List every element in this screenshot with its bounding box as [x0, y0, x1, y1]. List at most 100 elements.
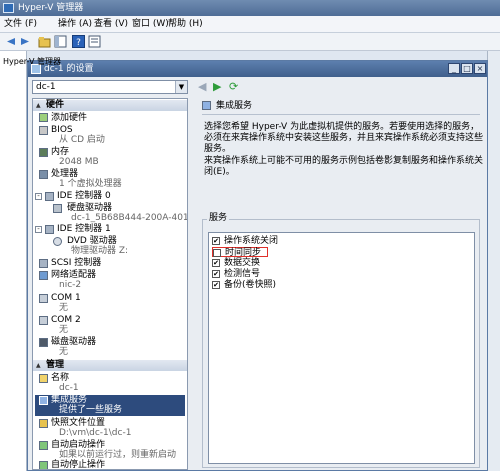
list-item-processor-sub: 1 个虚拟处理器	[59, 179, 122, 189]
list-item-integration-services[interactable]: 集成服务	[51, 395, 87, 405]
list-item-com1[interactable]: COM 1	[51, 293, 81, 303]
vm-settings-dialog: dc-1 的设置 _ □ × dc-1 ▼ ◀ ▶ ⟳ ▲ 硬件 添加硬件 BI…	[27, 60, 488, 471]
minimize-button[interactable]: _	[448, 63, 460, 74]
dialog-title-bar: dc-1 的设置 _ □ ×	[28, 61, 487, 77]
settings-list: ▲ 硬件 添加硬件 BIOS 从 CD 启动 内存 2048 MB 处理器 1 …	[32, 98, 188, 470]
hardware-header-label: 硬件	[46, 100, 65, 110]
collapse-ide1-icon[interactable]: -	[35, 226, 42, 233]
list-item-com2-sub: 无	[59, 325, 69, 335]
list-item-com2[interactable]: COM 2	[51, 315, 81, 325]
list-item-add-hardware[interactable]: 添加硬件	[51, 113, 87, 123]
service-item-time-sync[interactable]: 时间同步	[212, 247, 268, 258]
refresh-icon[interactable]: ⟳	[229, 81, 238, 93]
hardware-section-header[interactable]: ▲ 硬件	[33, 100, 187, 111]
com-port-icon	[39, 294, 48, 303]
list-item-diskette-drive-sub: 无	[59, 347, 69, 357]
collapse-icon[interactable]: ▲	[36, 102, 41, 109]
list-item-network-adapter-sub: nic-2	[59, 280, 82, 290]
ide-controller-icon	[45, 225, 54, 234]
svg-text:?: ?	[76, 38, 81, 48]
vm-select-dropdown[interactable]: dc-1 ▼	[32, 80, 188, 94]
add-hardware-icon	[39, 113, 48, 122]
list-item-auto-start[interactable]: 自动启动操作	[51, 440, 105, 450]
backup-checkbox[interactable]: ✔	[212, 281, 220, 289]
back-nav-icon[interactable]: ◀	[198, 81, 206, 93]
chevron-down-icon[interactable]: ▼	[175, 81, 187, 93]
list-item-bios[interactable]: BIOS	[51, 125, 73, 135]
list-item-ide-0[interactable]: IDE 控制器 0	[57, 191, 111, 201]
example-text: 来宾操作系统上可能不可用的服务示例包括卷影复制服务和操作系统关闭(E)。	[204, 156, 484, 177]
dvd-drive-icon	[53, 237, 62, 246]
collapse-icon[interactable]: ▲	[36, 362, 41, 369]
auto-stop-icon	[39, 461, 48, 469]
time-sync-checkbox[interactable]	[213, 249, 221, 257]
list-item-diskette-drive[interactable]: 磁盘驱动器	[51, 337, 96, 347]
processor-icon	[39, 170, 48, 179]
bios-icon	[39, 126, 48, 135]
list-item-auto-start-sub: 如果以前运行过，则重新启动	[59, 450, 177, 460]
content-panel: 集成服务 选择您希望 Hyper-V 为此虚拟机提供的服务。若要使用选择的服务，…	[194, 98, 484, 470]
maximize-button[interactable]: □	[461, 63, 473, 74]
list-item-snapshot-location-sub: D:\vm\dc-1\dc-1	[59, 428, 132, 438]
menu-bar: 文件 (F) 操作 (A) 查看 (V) 窗口 (W) 帮助 (H)	[0, 16, 500, 33]
list-item-processor[interactable]: 处理器	[51, 169, 78, 179]
auto-start-icon	[39, 441, 48, 450]
list-item-memory[interactable]: 内存	[51, 147, 69, 157]
description-text: 选择您希望 Hyper-V 为此虚拟机提供的服务。若要使用选择的服务，必须在来宾…	[204, 122, 484, 154]
list-item-bios-sub: 从 CD 启动	[59, 135, 105, 145]
service-label: 时间同步	[225, 248, 262, 258]
service-label: 备份(卷快照)	[224, 280, 277, 290]
list-item-network-adapter[interactable]: 网络适配器	[51, 270, 96, 280]
menu-help[interactable]: 帮助 (H)	[168, 19, 203, 30]
tree-panel	[0, 51, 27, 471]
ide-controller-icon	[45, 192, 54, 201]
back-icon[interactable]	[4, 35, 17, 48]
management-section-header[interactable]: ▲ 管理	[33, 360, 187, 371]
heartbeat-checkbox[interactable]: ✔	[212, 270, 220, 278]
diskette-drive-icon	[39, 338, 48, 347]
list-item-name[interactable]: 名称	[51, 373, 69, 383]
services-legend: 服务	[207, 213, 230, 224]
menu-view[interactable]: 查看 (V)	[94, 19, 128, 30]
actions-pane	[487, 51, 500, 471]
collapse-ide0-icon[interactable]: -	[35, 193, 42, 200]
list-item-ide-1[interactable]: IDE 控制器 1	[57, 224, 111, 234]
forward-nav-icon[interactable]: ▶	[213, 81, 221, 93]
list-item-integration-services-sub: 提供了一些服务	[59, 405, 123, 415]
list-item-com1-sub: 无	[59, 303, 69, 313]
list-item-dvd-drive[interactable]: DVD 驱动器	[67, 236, 117, 246]
list-item-hard-drive[interactable]: 硬盘驱动器	[67, 203, 112, 213]
help-icon[interactable]: ?	[72, 35, 85, 48]
integration-services-icon	[39, 396, 48, 405]
forward-icon[interactable]	[19, 35, 32, 48]
service-label: 检测信号	[224, 269, 261, 279]
up-folder-icon[interactable]	[38, 35, 51, 48]
list-item-memory-sub: 2048 MB	[59, 157, 99, 167]
integration-services-icon	[202, 101, 211, 110]
properties-icon[interactable]	[88, 35, 101, 48]
service-label: 操作系统关闭	[224, 236, 279, 246]
vm-select-value: dc-1	[36, 82, 56, 92]
menu-window[interactable]: 窗口 (W)	[132, 19, 169, 30]
snapshot-folder-icon	[39, 419, 48, 428]
list-item-scsi[interactable]: SCSI 控制器	[51, 258, 101, 268]
menu-file[interactable]: 文件 (F)	[4, 19, 37, 30]
close-button[interactable]: ×	[474, 63, 486, 74]
content-header: 集成服务	[202, 100, 482, 112]
scsi-controller-icon	[39, 259, 48, 268]
data-exchange-checkbox[interactable]: ✔	[212, 259, 220, 267]
tree-root-item[interactable]: Hyper-V 管理器	[3, 56, 61, 67]
show-hide-tree-icon[interactable]	[54, 35, 67, 48]
list-item-snapshot-location[interactable]: 快照文件位置	[51, 418, 105, 428]
hyperv-app-icon	[3, 3, 14, 13]
com-port-icon	[39, 316, 48, 325]
main-window-title-bar: Hyper-V 管理器	[0, 0, 500, 16]
main-window-title: Hyper-V 管理器	[18, 3, 84, 13]
management-header-label: 管理	[46, 360, 65, 370]
tree-root-label: Hyper-V 管理器	[3, 57, 61, 66]
os-shutdown-checkbox[interactable]: ✔	[212, 237, 220, 245]
service-label: 数据交换	[224, 258, 261, 268]
list-item-auto-stop[interactable]: 自动停止操作	[51, 460, 105, 469]
content-title: 集成服务	[216, 101, 253, 111]
menu-action[interactable]: 操作 (A)	[58, 19, 92, 30]
